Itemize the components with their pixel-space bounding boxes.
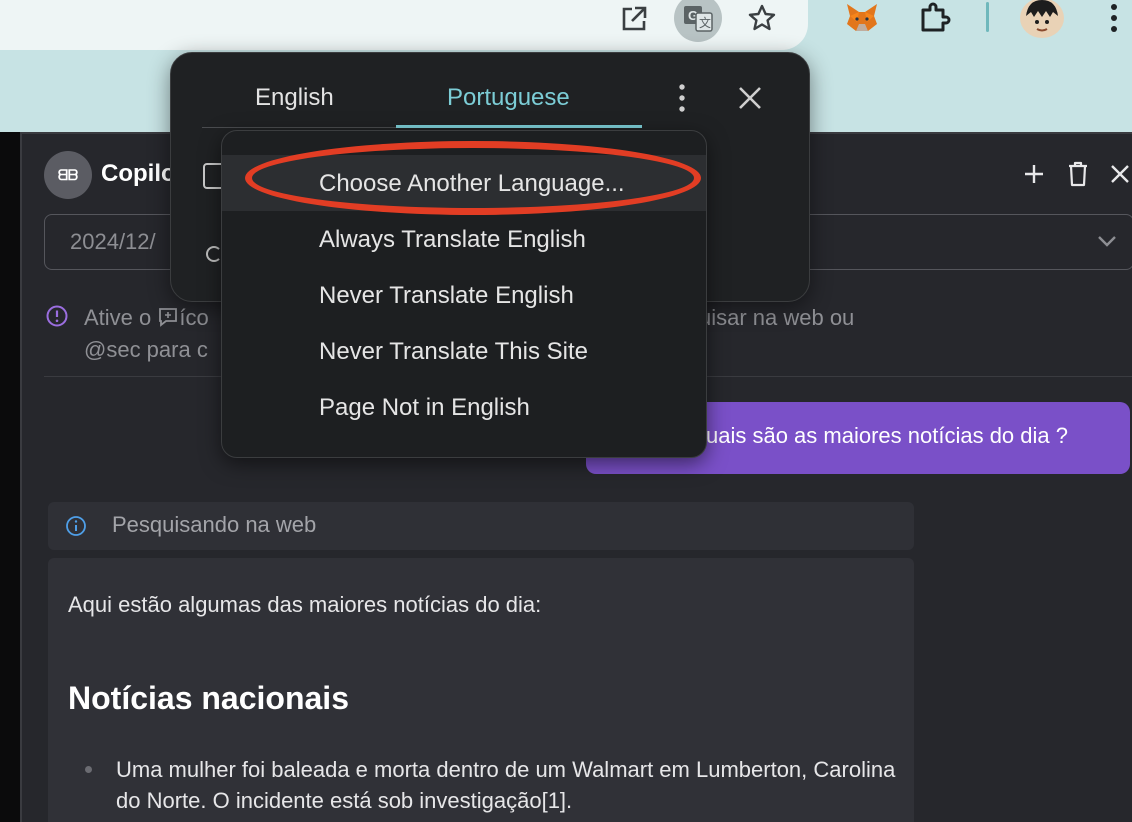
highlight-annotation (245, 141, 701, 215)
menu-item-label: Never Translate English (319, 282, 574, 309)
new-chat-plus-icon[interactable] (1020, 160, 1048, 188)
active-tab-indicator (396, 125, 642, 128)
answer-intro: Aqui estão algumas das maiores notícias … (68, 592, 542, 617)
menu-item-label: Page Not in English (319, 394, 530, 421)
panel-title: Copilo (101, 160, 176, 187)
extensions-puzzle-icon[interactable] (914, 0, 954, 36)
menu-item-label: Never Translate This Site (319, 338, 589, 365)
menu-item-always-translate[interactable]: Always Translate English (222, 211, 706, 267)
search-status-text: Pesquisando na web (112, 512, 317, 537)
menu-item-never-translate-language[interactable]: Never Translate English (222, 267, 706, 323)
user-message-text: uais são as maiores notícias do dia ? (706, 423, 1068, 448)
date-select-value: 2024/12/ (70, 229, 156, 254)
more-vert-icon[interactable] (1100, 0, 1128, 36)
page-edge (0, 132, 20, 822)
copilot-logo-icon: ᗺᗷ (44, 151, 92, 199)
svg-text:文: 文 (699, 15, 711, 30)
alert-circle-icon (45, 304, 69, 333)
tab-portuguese[interactable]: Portuguese (447, 84, 570, 112)
loading-spinner-icon (206, 246, 222, 262)
panel-divider[interactable] (20, 132, 22, 822)
translate-options-icon[interactable] (671, 82, 693, 119)
menu-item-page-not-in-english[interactable]: Page Not in English (222, 379, 706, 435)
chevron-down-icon[interactable] (1096, 230, 1118, 257)
answer-list-item: Uma mulher foi baleada e morta dentro de… (116, 757, 896, 813)
bookmark-star-icon[interactable] (744, 0, 780, 36)
metamask-fox-icon[interactable] (842, 0, 882, 36)
toolbar-separator (986, 2, 989, 32)
trash-icon[interactable] (1064, 158, 1092, 190)
close-panel-icon[interactable] (1108, 160, 1132, 188)
list-bullet (85, 766, 92, 773)
menu-item-never-translate-site[interactable]: Never Translate This Site (222, 323, 706, 379)
answer-heading: Notícias nacionais (68, 680, 349, 716)
profile-avatar[interactable] (1020, 0, 1064, 38)
tab-english[interactable]: English (255, 84, 334, 112)
open-in-new-icon[interactable] (616, 2, 652, 36)
menu-item-label: Always Translate English (319, 226, 586, 253)
info-icon (65, 515, 87, 542)
close-icon[interactable] (736, 84, 764, 117)
chat-bubble-icon (159, 308, 178, 327)
